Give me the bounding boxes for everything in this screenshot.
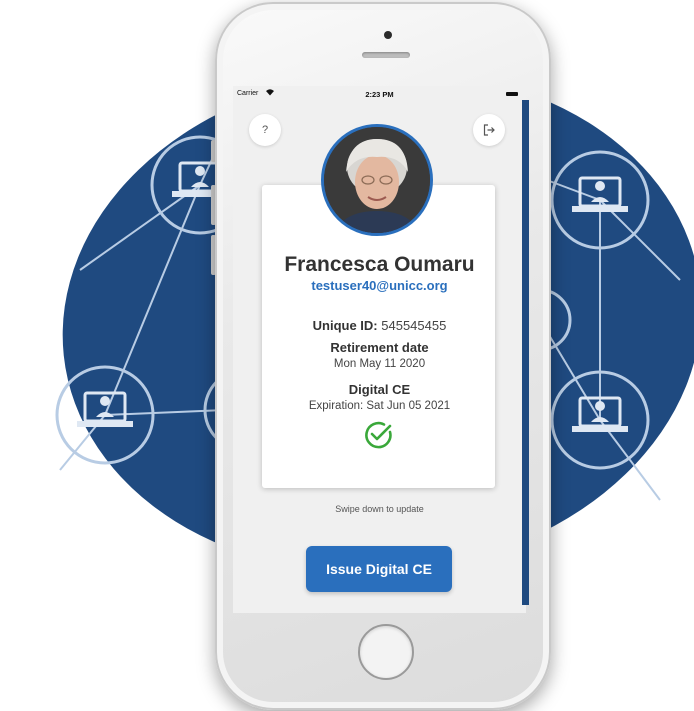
unique-id-row: Unique ID: 545545455	[233, 318, 526, 333]
digital-ce-expiration: Expiration: Sat Jun 05 2021	[308, 400, 451, 412]
status-time: 2:23 PM	[365, 90, 394, 99]
retirement-label: Retirement date	[330, 340, 429, 355]
retirement-value: Mon May 11 2020	[333, 358, 426, 370]
app-screen: Carrier 2:23 PM ? Francesca Oumaru testu…	[233, 86, 526, 613]
help-button[interactable]: ?	[249, 114, 281, 146]
status-bar: Carrier 2:23 PM	[233, 86, 526, 104]
check-circle-icon	[365, 421, 392, 449]
user-name: Francesca Oumaru	[284, 253, 475, 276]
home-button[interactable]	[358, 624, 414, 680]
avatar	[321, 124, 433, 236]
swipe-hint: Swipe down to update	[335, 504, 424, 514]
camera-icon	[384, 31, 392, 39]
digital-ce-label: Digital CE	[348, 382, 411, 397]
logout-button[interactable]	[473, 114, 505, 146]
battery-icon	[506, 92, 518, 96]
help-label: ?	[261, 124, 269, 136]
logout-icon	[483, 124, 495, 136]
issue-digital-ce-button[interactable]: Issue Digital CE	[306, 546, 452, 592]
unique-id-value: 545545455	[381, 318, 447, 333]
speaker-grille	[362, 52, 410, 58]
portrait-image	[324, 127, 430, 233]
screen-edge-reflection	[522, 100, 529, 605]
unique-id-label: Unique ID:	[312, 318, 378, 333]
user-email[interactable]: testuser40@unicc.org	[233, 278, 526, 293]
